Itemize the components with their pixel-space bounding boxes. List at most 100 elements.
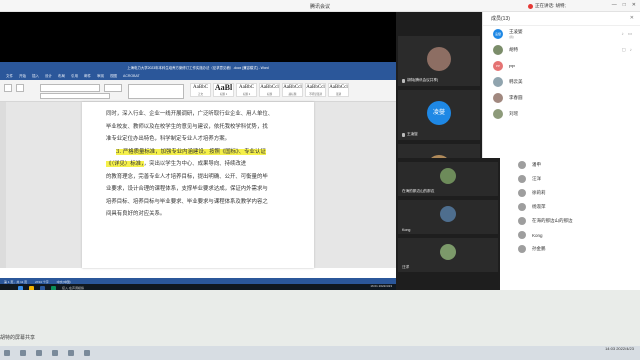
search-icon[interactable] (20, 350, 26, 356)
task-view-icon[interactable] (36, 350, 42, 356)
folder-icon[interactable] (68, 350, 74, 356)
participant-row[interactable]: 刘瑶 (483, 106, 640, 122)
participant-name: 王凌燮 (509, 29, 523, 34)
minimize-button[interactable]: — (612, 2, 617, 8)
doc-line: 准专业定位办出特色，科学制定专业人才培养方案。 (106, 136, 230, 142)
paste-icon[interactable] (4, 84, 12, 92)
menu-references[interactable]: 引用 (71, 74, 78, 79)
paragraph-group[interactable] (128, 84, 184, 99)
cut-icon[interactable] (16, 84, 24, 92)
video-tile[interactable]: Kong (398, 200, 498, 234)
style-title[interactable]: AaBbCcl 标题 (259, 83, 280, 97)
doc-line-highlighted: 3. 严格质量标准，加强专业内涵建设。按照《国标》、专业认证 (106, 146, 302, 159)
highlighted-text: 3. 严格质量标准，加强专业内涵建设。按照《国标》、专业认证 (116, 148, 266, 155)
participants-count: 成员(13) (491, 16, 510, 22)
participant-row[interactable]: 凌燮 王凌燮 (我) ♪ ▭ (483, 26, 640, 42)
style-heading-2[interactable]: AaBbC 标题 2 (236, 83, 257, 97)
word-menu-bar: 文件 开始 插入 设计 布局 引用 邮件 审阅 视图 ACROBAT (0, 72, 396, 80)
doc-line: 业要求，设计合理的课程体系，支撑毕业要求达成，保证内外需求与 (106, 186, 268, 192)
document-area: 同时，深入行业、企业一线开展调研，广泛听取行业企业、用人单位、 毕业校友、教师以… (0, 102, 396, 268)
close-button[interactable]: ✕ (632, 2, 636, 8)
document-page[interactable]: 同时，深入行业、企业一线开展调研，广泛听取行业企业、用人单位、 毕业校友、教师以… (82, 102, 314, 268)
avatar (440, 244, 456, 260)
maximize-button[interactable]: □ (623, 2, 626, 8)
style-subtle-emphasis[interactable]: AaBbCcl 不明显强调 (305, 83, 326, 97)
video-label: 王凌燮 (407, 132, 418, 136)
participant-row[interactable]: 在海的那边山的那边 (500, 214, 640, 228)
desktop-clock: 14:03 2022/4/23 (605, 346, 634, 351)
menu-view[interactable]: 视图 (110, 74, 117, 79)
video-tile[interactable]: 凌燮 王凌燮 (398, 90, 480, 140)
mic-icon (402, 132, 405, 137)
vertical-ruler (0, 102, 6, 268)
meeting-app-icon[interactable] (84, 350, 90, 356)
style-emphasis[interactable]: AaBbCcl 强调 (328, 83, 349, 97)
window-controls: — □ ✕ (612, 2, 636, 8)
avatar: 凌燮 (427, 101, 451, 125)
avatar (440, 168, 456, 184)
avatar (493, 109, 503, 119)
share-icon[interactable]: ▢ (621, 47, 625, 53)
menu-design[interactable]: 设计 (45, 74, 52, 79)
menu-review[interactable]: 审阅 (97, 74, 104, 79)
participant-row[interactable]: 徐莉莉 (500, 186, 640, 200)
participant-row[interactable]: 胡特 ▢ ♪ (483, 42, 640, 58)
avatar (518, 203, 526, 211)
video-tile[interactable]: 胡特(腾讯会议共享) (398, 36, 480, 86)
participant-row[interactable]: 韩云美 (483, 74, 640, 90)
participant-row[interactable]: Kong (500, 228, 640, 242)
camera-icon[interactable]: ▭ (628, 31, 632, 37)
participant-row[interactable]: 汪洋 (500, 172, 640, 186)
doc-line: 的教育理念，完善专业人才培养目标，提出明确、公开、可衡量的毕 (106, 173, 268, 180)
shared-clock: 16:01 2022/4/23 (370, 284, 392, 288)
styles-gallery: AaBbC 正文 AaBl 标题 1 AaBbC 标题 2 AaBbCcl 标题 AaB… (190, 83, 349, 97)
participant-name: 徐莉莉 (532, 190, 546, 195)
participant-row[interactable]: 孙金鹏 (500, 242, 640, 256)
avatar (518, 217, 526, 225)
participant-row[interactable]: 李春圆 (483, 90, 640, 106)
font-name-box[interactable] (40, 84, 100, 92)
menu-layout[interactable]: 布局 (58, 74, 65, 79)
doc-line: 间具有良好的对应关系。 (106, 211, 166, 217)
font-format-buttons[interactable] (40, 93, 110, 99)
speaking-text: 正在讲话: 胡特; (535, 3, 566, 8)
start-icon[interactable] (4, 350, 10, 356)
avatar (518, 245, 526, 253)
mic-icon (402, 78, 405, 83)
browser-icon[interactable] (52, 350, 58, 356)
participant-row[interactable]: 杨淑萍 (500, 200, 640, 214)
menu-home[interactable]: 开始 (19, 74, 26, 79)
word-document-title: 上海电力大学2023年本科生培养方案修订工作实施办法（征求意见稿）.docx [… (127, 66, 269, 70)
doc-line: 同时，深入行业、企业一线开展调研，广泛听取行业企业、用人单位、 (106, 111, 274, 117)
mic-icon[interactable]: ♪ (621, 31, 623, 37)
style-heading-1[interactable]: AaBl 标题 1 (213, 83, 234, 97)
video-label: 胡特(腾讯会议共享) (407, 78, 439, 82)
avatar: PP (493, 61, 503, 71)
menu-file[interactable]: 文件 (6, 74, 13, 79)
font-size-box[interactable] (104, 84, 122, 92)
word-window: 上海电力大学2023年本科生培养方案修订工作实施办法（征求意见稿）.docx [… (0, 62, 396, 286)
participant-name: 刘瑶 (509, 111, 518, 116)
video-label: 在海的那边山的那边 (402, 189, 435, 193)
desktop-taskbar (0, 346, 640, 360)
word-ribbon: AaBbC 正文 AaBl 标题 1 AaBbC 标题 2 AaBbCcl 标题 AaB… (0, 80, 396, 102)
menu-acrobat[interactable]: ACROBAT (123, 74, 140, 78)
avatar (440, 206, 456, 222)
record-dot-icon (528, 3, 533, 9)
participant-row[interactable]: PP PP (483, 58, 640, 74)
menu-insert[interactable]: 插入 (32, 74, 39, 79)
speaking-indicator: 正在讲话: 胡特; (528, 2, 566, 10)
participant-name: 在海的那边山的那边 (532, 218, 573, 223)
style-subtitle[interactable]: AaBbCcl 副标题 (282, 83, 303, 97)
participant-name: 李春圆 (509, 95, 523, 100)
close-icon[interactable]: ✕ (630, 15, 634, 21)
mic-icon[interactable]: ♪ (630, 47, 632, 53)
participant-sub: (我) (509, 35, 514, 39)
participant-row[interactable]: 潘申 (500, 158, 640, 172)
video-tile[interactable]: 汪洋 (398, 238, 498, 272)
style-normal[interactable]: AaBbC 正文 (190, 83, 211, 97)
menu-mailings[interactable]: 邮件 (84, 74, 91, 79)
word-title-bar: 上海电力大学2023年本科生培养方案修订工作实施办法（征求意见稿）.docx [… (0, 62, 396, 72)
avatar (518, 231, 526, 239)
video-tile[interactable]: 在海的那边山的那边 (398, 162, 498, 196)
